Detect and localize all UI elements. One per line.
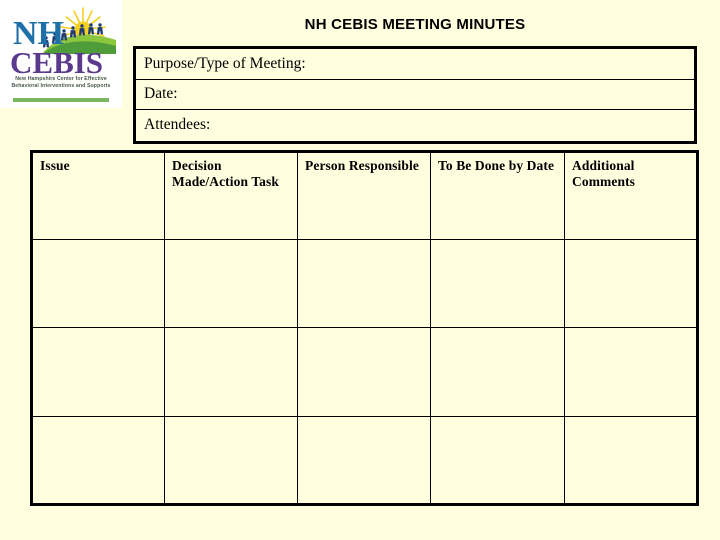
cell-date[interactable] [430, 415, 565, 506]
page-title: NH CEBIS MEETING MINUTES [304, 16, 526, 33]
logo-cebis-text: CEBIS [10, 45, 103, 80]
column-header-person: Person Responsible [297, 151, 431, 240]
cell-person[interactable] [297, 327, 431, 417]
logo-tagline: New Hampshire Center for Effective Behav… [7, 76, 115, 90]
cell-comments[interactable] [564, 327, 698, 417]
table-row [31, 238, 698, 329]
cell-issue[interactable] [31, 327, 165, 417]
cell-person[interactable] [297, 415, 431, 506]
meeting-date-label: Date: [144, 85, 178, 103]
meeting-date-row[interactable]: Date: [136, 80, 694, 111]
cell-date[interactable] [430, 238, 565, 329]
cell-issue[interactable] [31, 238, 165, 329]
nh-cebis-logo: NH CEBIS New Hampshire Center for Effect… [0, 0, 122, 108]
cell-decision[interactable] [164, 327, 298, 417]
meeting-attendees-label: Attendees: [144, 116, 211, 134]
meeting-info-box: Purpose/Type of Meeting: Date: Attendees… [133, 46, 697, 144]
logo-artwork: NH CEBIS [10, 7, 116, 80]
column-header-decision: Decision Made/Action Task [164, 151, 298, 240]
cell-issue[interactable] [31, 415, 165, 506]
meeting-purpose-label: Purpose/Type of Meeting: [144, 54, 306, 72]
table-row [31, 327, 698, 417]
table-header-row: Issue Decision Made/Action Task Person R… [31, 151, 698, 240]
cell-person[interactable] [297, 238, 431, 329]
meeting-attendees-row[interactable]: Attendees: [136, 110, 694, 141]
cell-decision[interactable] [164, 238, 298, 329]
column-header-date: To Be Done by Date [430, 151, 565, 240]
cell-comments[interactable] [564, 415, 698, 506]
meeting-purpose-row[interactable]: Purpose/Type of Meeting: [136, 49, 694, 80]
minutes-table: Issue Decision Made/Action Task Person R… [30, 150, 699, 506]
logo-tagline-line2: Behavioral Interventions and Supports [11, 83, 111, 90]
cell-comments[interactable] [564, 238, 698, 329]
column-header-issue: Issue [31, 151, 165, 240]
logo-tagline-line1: New Hampshire Center for Effective [15, 76, 107, 82]
cell-decision[interactable] [164, 415, 298, 506]
column-header-comments: Additional Comments [564, 151, 698, 240]
logo-green-rule [13, 98, 109, 102]
cell-date[interactable] [430, 327, 565, 417]
table-row [31, 415, 698, 506]
